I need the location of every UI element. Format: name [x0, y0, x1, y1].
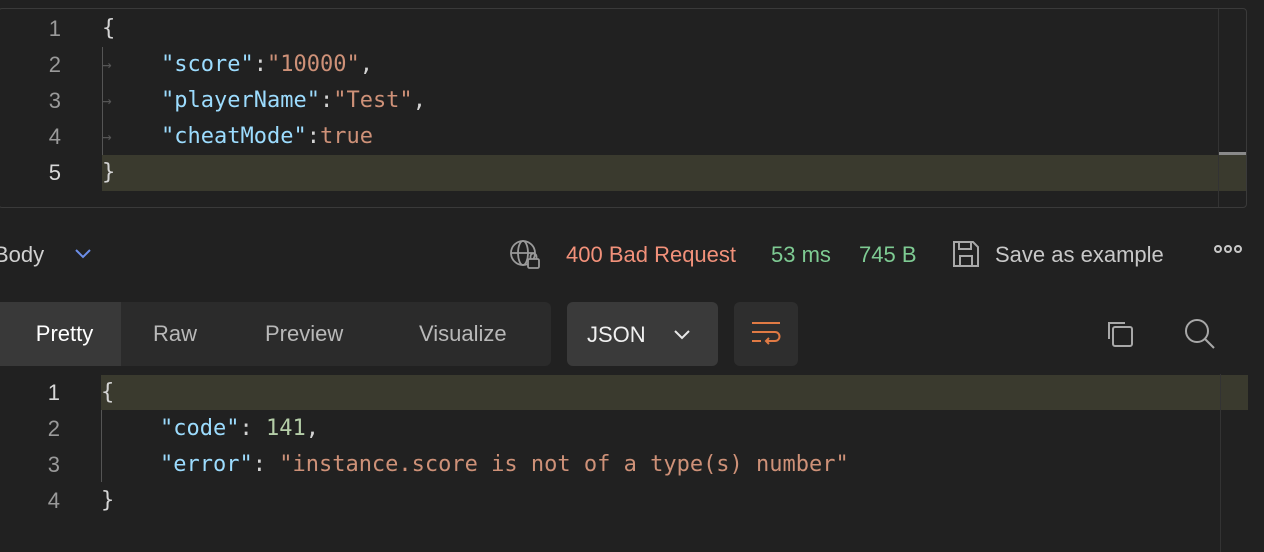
tab-preview[interactable]: Preview: [265, 302, 343, 366]
json-separator: :: [319, 88, 334, 113]
search-icon[interactable]: [1183, 317, 1217, 356]
code-text: "code": 141,: [160, 411, 319, 447]
current-line-highlight: [102, 155, 1246, 191]
code-text: "score":"10000",: [161, 47, 373, 83]
tab-pretty[interactable]: Pretty: [0, 302, 121, 366]
tab-indent-icon: →: [102, 127, 112, 146]
editor-line: 1 {: [0, 11, 1246, 47]
code-text: "playerName":"Test",: [161, 83, 426, 119]
line-number: 2: [48, 52, 61, 77]
json-value: "10000": [266, 52, 360, 77]
json-key: "cheatMode": [161, 124, 307, 149]
code-text: {: [101, 380, 115, 405]
editor-line: 4 }: [0, 483, 1264, 519]
response-section-label[interactable]: Body: [0, 242, 44, 268]
line-number: 1: [48, 16, 61, 41]
request-body-editor[interactable]: 1 { 2 → "score":"10000", 3 → "playerName…: [0, 8, 1247, 208]
line-number: 3: [48, 88, 61, 113]
json-comma: ,: [305, 416, 319, 441]
indent-guide: [102, 47, 103, 155]
response-time[interactable]: 53 ms: [771, 242, 831, 268]
chevron-down-icon: [671, 324, 693, 351]
editor-line: 3 → "playerName":"Test",: [0, 83, 1246, 119]
json-value: "Test": [333, 88, 413, 113]
line-number: 4: [47, 488, 60, 513]
save-icon[interactable]: [950, 238, 982, 275]
line-number: 2: [47, 416, 60, 441]
overview-ruler: [1220, 374, 1221, 552]
more-horizontal-icon[interactable]: [1213, 242, 1243, 261]
code-text: }: [101, 488, 115, 513]
tab-raw[interactable]: Raw: [153, 302, 197, 366]
json-value: "instance.score is not of a type(s) numb…: [279, 452, 849, 477]
line-number: 5: [48, 160, 61, 185]
json-value: true: [319, 124, 373, 149]
ruler-marker: [1219, 152, 1246, 155]
copy-icon[interactable]: [1104, 318, 1136, 355]
format-dropdown[interactable]: JSON: [567, 302, 718, 366]
editor-line-current: 5 }: [0, 155, 1246, 191]
line-number: 4: [48, 124, 61, 149]
status-code[interactable]: 400 Bad Request: [566, 242, 736, 268]
code-text: "cheatMode":true: [161, 119, 373, 155]
json-separator: :: [239, 416, 266, 441]
editor-line: 2 → "score":"10000",: [0, 47, 1246, 83]
tab-indent-icon: →: [102, 91, 112, 110]
save-as-example-button[interactable]: Save as example: [995, 242, 1164, 268]
response-toolbar: Body 400 Bad Request 53 ms 745 B Save as…: [0, 222, 1264, 286]
json-separator: :: [252, 452, 280, 477]
code-text: }: [102, 160, 116, 185]
json-separator: :: [306, 124, 320, 149]
code-text: "error": "instance.score is not of a typ…: [160, 447, 849, 483]
editor-line: 3 "error": "instance.score is not of a t…: [0, 447, 1264, 483]
wrap-lines-icon: [750, 320, 782, 353]
json-comma: ,: [359, 52, 373, 77]
response-view-tabs: Pretty Raw Preview Visualize: [0, 302, 551, 366]
tab-indent-icon: →: [102, 55, 112, 74]
indent-guide: [101, 410, 102, 482]
response-size[interactable]: 745 B: [859, 242, 917, 268]
tab-visualize[interactable]: Visualize: [419, 302, 507, 366]
json-separator: :: [253, 52, 267, 77]
overview-ruler: [1218, 9, 1219, 207]
format-selected-value: JSON: [587, 322, 646, 347]
globe-lock-icon[interactable]: [508, 238, 542, 277]
response-body-viewer[interactable]: 1 { 2 "code": 141, 3 "error": "instance.…: [0, 374, 1264, 552]
line-number: 1: [47, 380, 60, 405]
chevron-down-icon[interactable]: [72, 242, 94, 269]
wrap-lines-button[interactable]: [734, 302, 798, 366]
editor-line: 4 → "cheatMode":true: [0, 119, 1246, 155]
tab-label: Pretty: [35, 321, 94, 346]
json-value: 141: [265, 416, 306, 441]
json-key: "error": [160, 452, 253, 477]
line-number: 3: [47, 452, 60, 477]
code-text: {: [102, 16, 116, 41]
json-key: "code": [160, 416, 240, 441]
json-comma: ,: [412, 88, 426, 113]
json-key: "playerName": [161, 88, 320, 113]
editor-line-current: 1 {: [0, 375, 1264, 411]
json-key: "score": [161, 52, 254, 77]
editor-line: 2 "code": 141,: [0, 411, 1264, 447]
